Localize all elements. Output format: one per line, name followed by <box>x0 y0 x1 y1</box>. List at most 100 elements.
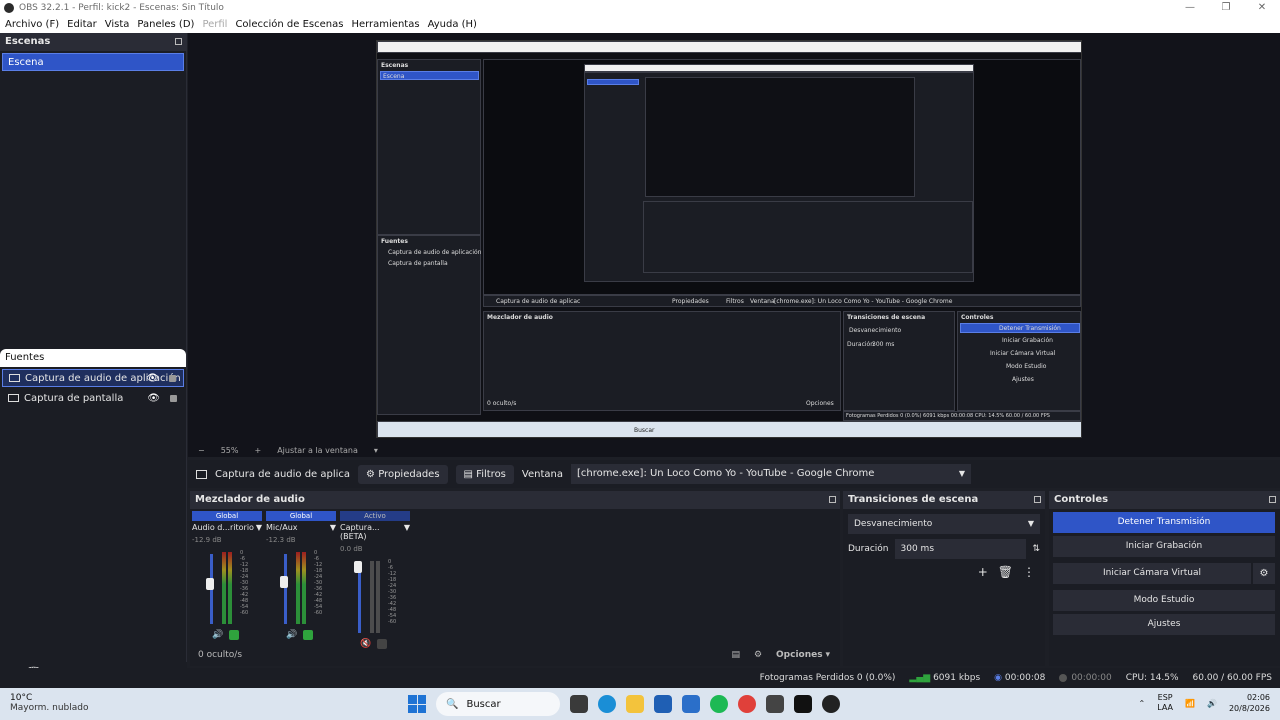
zoom-level: 55% <box>220 445 239 455</box>
nested-source-1: Captura de audio de aplicación <box>388 249 482 256</box>
volume-icon[interactable]: 🔊 <box>1207 699 1217 708</box>
menu-perfil[interactable]: Perfil <box>202 19 227 30</box>
task-view-icon[interactable] <box>570 695 588 713</box>
channel-header: Global <box>266 511 336 521</box>
wifi-icon[interactable]: 📶 <box>1185 699 1195 708</box>
undock-icon[interactable] <box>829 496 836 503</box>
vu-meter-left <box>222 552 226 624</box>
close-button[interactable]: ✕ <box>1244 0 1280 16</box>
windows-start-icon[interactable] <box>408 695 426 713</box>
fit-window-label[interactable]: Ajustar a la ventana <box>277 446 358 455</box>
start-virtual-cam-button[interactable]: Iniciar Cámara Virtual <box>1053 563 1251 584</box>
transition-select[interactable]: Desvanecimiento ▼ <box>848 514 1040 534</box>
menu-ayuda[interactable]: Ayuda (H) <box>428 19 477 30</box>
source-label: Captura de pantalla <box>24 392 124 404</box>
nested-ctrl-rec: Iniciar Grabación <box>1002 337 1053 344</box>
nested-titlebar <box>377 41 1081 53</box>
menu-archivo[interactable]: Archivo (F) <box>5 19 59 30</box>
headphones-icon[interactable] <box>303 630 314 640</box>
hidden-count: 0 oculto/s <box>198 650 243 660</box>
store-icon[interactable] <box>654 695 672 713</box>
rec-time: 00:00:00 <box>1071 673 1112 683</box>
source-item-audio-capture[interactable]: Captura de audio de aplicación 👁 <box>2 369 184 387</box>
channel-db: -12.9 dB <box>192 536 222 544</box>
zoom-out-icon[interactable]: − <box>198 446 205 455</box>
duration-input[interactable]: 300 ms <box>894 539 1027 559</box>
nested-transitions: Transiciones de escena Desvanecimiento D… <box>843 311 955 411</box>
chrome-icon[interactable] <box>738 695 756 713</box>
scale-tick: -60 <box>388 619 397 625</box>
properties-label: Propiedades <box>378 468 440 480</box>
visibility-eye-icon[interactable]: 👁 <box>146 373 159 384</box>
volume-slider-handle[interactable] <box>280 576 288 588</box>
studio-mode-button[interactable]: Modo Estudio <box>1053 590 1275 611</box>
menu-paneles[interactable]: Paneles (D) <box>137 19 194 30</box>
chevron-down-icon[interactable]: ▼ <box>256 523 262 532</box>
nested-propbar: Captura de audio de aplicac Propiedades … <box>483 295 1081 307</box>
chevron-up-icon[interactable]: ⌃ <box>1139 699 1146 708</box>
more-icon[interactable]: ⋮ <box>1023 565 1035 579</box>
scene-item[interactable]: Escena <box>2 53 184 71</box>
filters-button[interactable]: ▤ Filtros <box>455 464 514 484</box>
stop-stream-button[interactable]: Detener Transmisión <box>1053 512 1275 533</box>
mail-icon[interactable] <box>682 695 700 713</box>
menu-editar[interactable]: Editar <box>67 19 97 30</box>
layout-icon[interactable]: ▤ <box>731 650 740 660</box>
headphones-icon[interactable] <box>229 630 240 640</box>
vu-meter-left <box>296 552 300 624</box>
properties-button[interactable]: ⚙ Propiedades <box>358 464 448 484</box>
nested-taskbar: Buscar <box>377 421 1081 437</box>
taskbar-search[interactable]: 🔍 Buscar <box>436 692 560 716</box>
channel-name-row[interactable]: Audio d...ritorio ▼ <box>192 523 262 532</box>
options-button[interactable]: Opciones ▾ <box>776 650 830 660</box>
edge-icon[interactable] <box>598 695 616 713</box>
weather-desc: Mayorm. nublado <box>10 703 89 713</box>
source-item-screen-capture[interactable]: Captura de pantalla 👁 <box>2 389 184 407</box>
settings-button[interactable]: Ajustes <box>1053 614 1275 635</box>
app-icon[interactable] <box>766 695 784 713</box>
undock-icon[interactable] <box>1034 496 1041 503</box>
lock-icon[interactable] <box>169 374 176 382</box>
clock[interactable]: 02:06 20/8/2026 <box>1229 692 1270 714</box>
channel-name-row[interactable]: Mic/Aux ▼ <box>266 523 336 532</box>
nested-preview <box>483 59 1081 295</box>
volume-slider-handle[interactable] <box>206 578 214 590</box>
zoom-in-icon[interactable]: + <box>254 446 261 455</box>
volume-slider-track[interactable] <box>358 563 361 633</box>
language-indicator[interactable]: ESP LAA <box>1157 693 1173 713</box>
menu-vista[interactable]: Vista <box>105 19 130 30</box>
volume-slider-track[interactable] <box>284 554 287 624</box>
file-explorer-icon[interactable] <box>626 695 644 713</box>
menu-herramientas[interactable]: Herramientas <box>351 19 419 30</box>
advanced-audio-icon[interactable]: ⚙ <box>754 650 762 660</box>
weather-widget[interactable]: 10°C Mayorm. nublado <box>10 693 89 713</box>
spotify-icon[interactable] <box>710 695 728 713</box>
minimize-button[interactable]: — <box>1172 0 1208 16</box>
start-recording-button[interactable]: Iniciar Grabación <box>1053 536 1275 557</box>
nested-inner-scene <box>587 79 639 85</box>
gear-icon[interactable]: ⚙ <box>1253 563 1275 584</box>
channel-name-row[interactable]: Captura... (BETA) ▼ <box>340 523 410 541</box>
obs-taskbar-icon[interactable] <box>822 695 840 713</box>
speaker-icon[interactable]: 🔊 <box>286 630 297 640</box>
preview-canvas[interactable]: Escenas Escena Fuentes Captura de audio … <box>376 40 1082 438</box>
chevron-down-icon[interactable]: ▼ <box>404 523 410 541</box>
window-select[interactable]: [chrome.exe]: Un Loco Como Yo - YouTube … <box>570 464 971 484</box>
volume-slider-handle[interactable] <box>354 561 362 573</box>
add-icon[interactable]: + <box>978 565 988 579</box>
nested-status: Fotogramas Perdidos 0 (0.0%) 6091 kbps 0… <box>846 413 1050 419</box>
chevron-down-icon[interactable]: ▼ <box>330 523 336 532</box>
chevron-down-icon[interactable]: ▾ <box>374 446 378 455</box>
spin-arrows-icon[interactable]: ⇅ <box>1032 544 1040 554</box>
mixer-title: Mezclador de audio <box>195 494 305 505</box>
trash-icon[interactable]: 🗑 <box>998 565 1013 579</box>
nested-inner-window <box>584 72 974 282</box>
undock-icon[interactable] <box>175 38 182 45</box>
visibility-eye-icon[interactable]: 👁 <box>147 393 160 404</box>
menu-coleccion-escenas[interactable]: Colección de Escenas <box>235 19 343 30</box>
maximize-button[interactable]: ❐ <box>1208 0 1244 16</box>
lock-icon[interactable] <box>170 394 177 402</box>
undock-icon[interactable] <box>1269 496 1276 503</box>
speaker-icon[interactable]: 🔊 <box>212 630 223 640</box>
capcut-icon[interactable] <box>794 695 812 713</box>
